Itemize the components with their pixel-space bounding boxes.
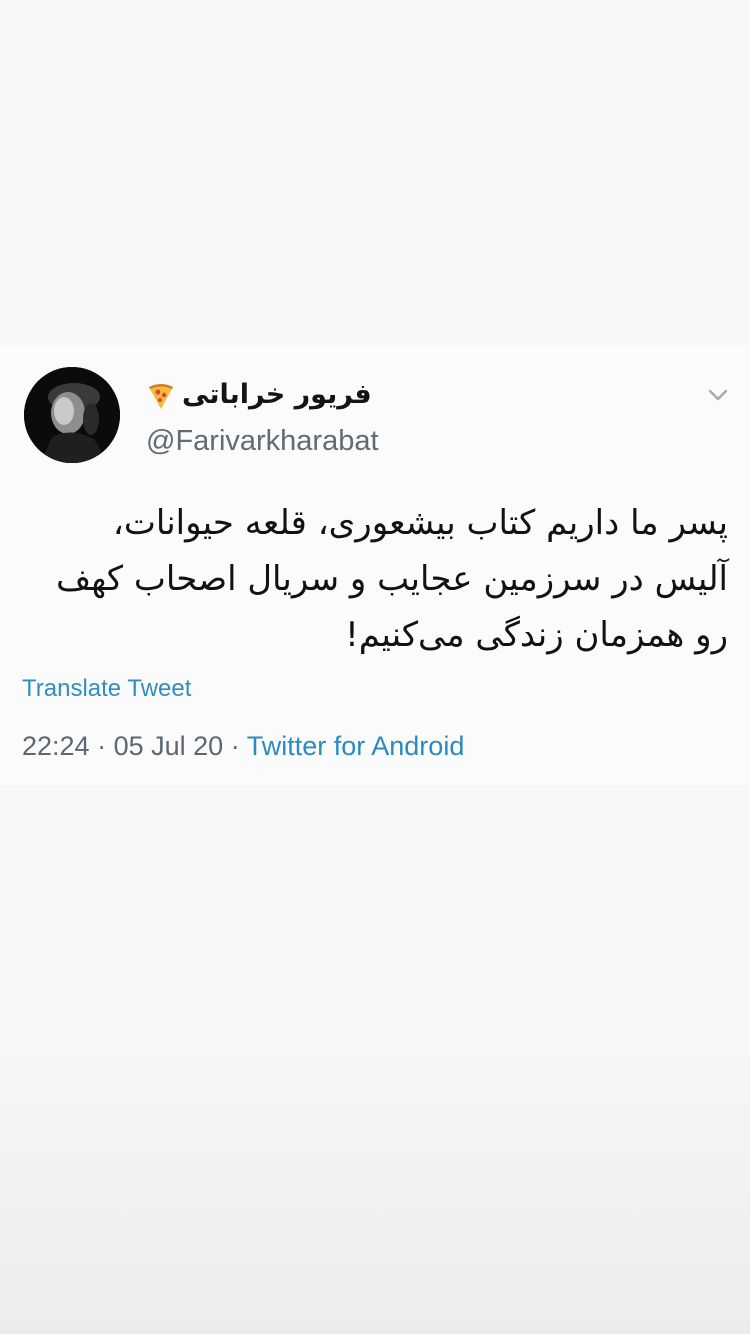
chevron-down-icon[interactable] (706, 385, 730, 405)
tweet-time: 22:24 (22, 731, 90, 761)
display-name[interactable]: فریور خراباتی (182, 379, 372, 410)
translate-tweet-link[interactable]: Translate Tweet (22, 675, 191, 703)
meta-separator: · (230, 731, 240, 761)
avatar-photo-icon (24, 367, 120, 463)
tweet-date: 05 Jul 20 (113, 731, 224, 761)
meta-separator: · (97, 731, 107, 761)
avatar[interactable] (24, 367, 120, 463)
tweet-card: فریور خراباتی @Farivarkharabat پسر ما دا… (0, 345, 750, 785)
tweet-meta: 22:24 · 05 Jul 20 · Twitter for Android (22, 731, 464, 762)
user-handle[interactable]: @Farivarkharabat (146, 425, 379, 458)
pizza-icon (149, 384, 173, 409)
tweet-text: پسر ما داریم کتاب بیشعوری، قلعه حیوانات،… (56, 503, 728, 655)
tweet-source-link[interactable]: Twitter for Android (247, 731, 465, 761)
